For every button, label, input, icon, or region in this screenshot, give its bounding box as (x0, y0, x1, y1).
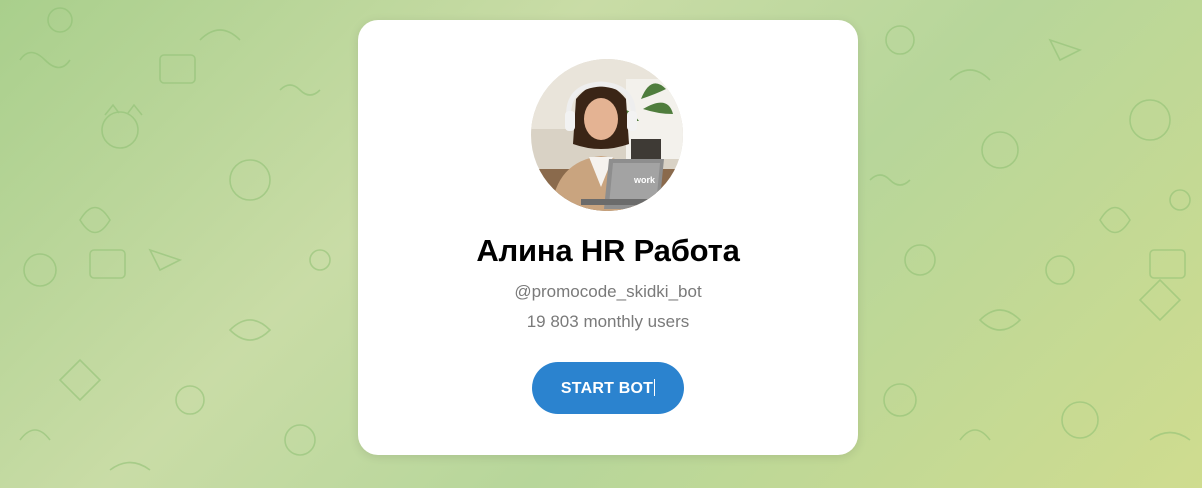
bot-card: work Алина HR Работа @promocode_skidki_b… (358, 20, 858, 455)
bot-name: Алина HR Работа (476, 233, 740, 268)
start-bot-label: START BOT (560, 379, 654, 397)
bot-username: @promocode_skidki_bot (514, 282, 702, 301)
avatar-photo: work (531, 59, 683, 211)
start-bot-button[interactable]: START BOT (532, 362, 684, 414)
monthly-users-count: 19 803 monthly users (526, 312, 690, 331)
bot-avatar: work (531, 59, 683, 211)
laptop-label: work (633, 175, 656, 185)
text-cursor (654, 378, 656, 396)
